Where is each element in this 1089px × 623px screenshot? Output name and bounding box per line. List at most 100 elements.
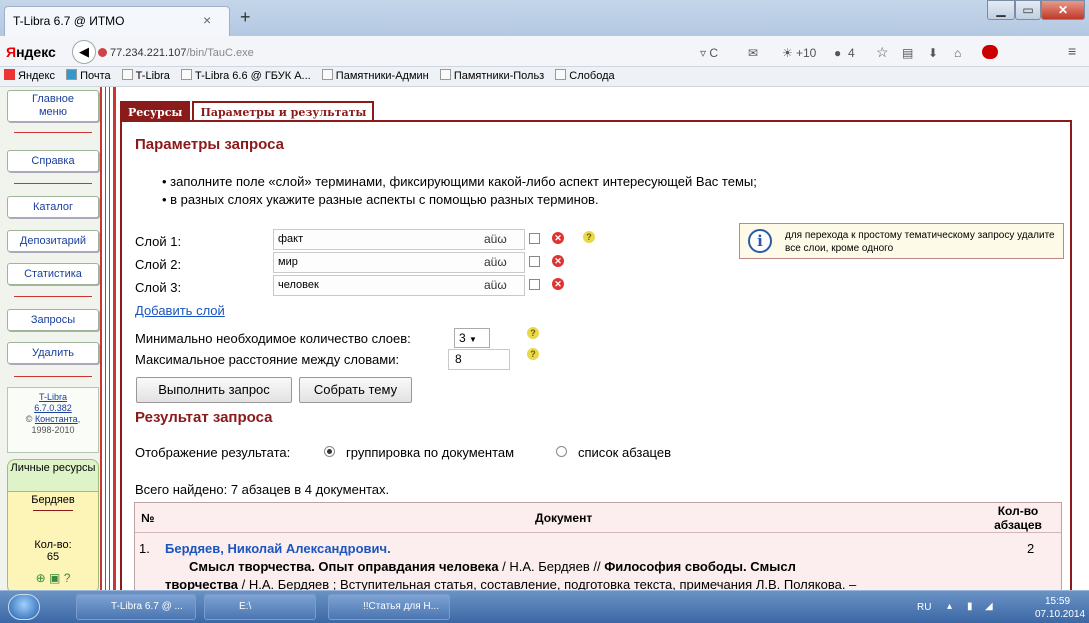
layer-2-remove-icon[interactable]: ✕ [552, 255, 564, 267]
notifications-icon[interactable]: ● [834, 46, 841, 60]
layer-3-keyboard-button[interactable]: aüω [484, 278, 507, 292]
browser-tab-title: T-Libra 6.7 @ ИТМО [13, 14, 125, 28]
mail-icon[interactable]: ✉ [748, 46, 758, 60]
bookmark-tlibra-gbuk[interactable]: T-Libra 6.6 @ ГБУК А... [180, 67, 311, 86]
notifications-count: 4 [848, 46, 855, 60]
close-window-button[interactable]: ✕ [1041, 0, 1085, 20]
network-icon[interactable]: ▮ [967, 601, 973, 612]
personal-resource-item[interactable]: Бердяев [8, 492, 98, 506]
language-indicator[interactable]: RU [917, 602, 931, 613]
hint-box: i для перехода к простому тематическому … [739, 223, 1064, 259]
instruction-2: • в разных слоях укажите разные аспекты … [162, 192, 599, 207]
bookmarks-bar: Яндекс Почта T-Libra T-Libra 6.6 @ ГБУК … [0, 67, 1089, 87]
bookmark-yandex[interactable]: Яндекс [4, 67, 55, 86]
layer-3-label: Слой 3: [135, 280, 182, 295]
sidebar-item-delete[interactable]: Удалить [7, 342, 99, 364]
bookmark-sloboda[interactable]: Слобода [555, 67, 615, 86]
max-distance-input[interactable]: 8 [448, 349, 510, 370]
table-row: 1. Бердяев, Николай Александрович. 2 Смы… [135, 533, 1061, 593]
layer-1-remove-icon[interactable]: ✕ [552, 232, 564, 244]
download-icon[interactable]: ⬇ [928, 46, 938, 60]
sidebar-item-catalog[interactable]: Каталог [7, 196, 99, 218]
hint-text: для перехода к простому тематическому за… [785, 230, 1055, 254]
page-tabs: Ресурсы Параметры и результаты [120, 101, 376, 122]
maximize-button[interactable]: ▭ [1015, 0, 1041, 20]
personal-resources-panel: Личные ресурсы Бердяев Кол-во: 65 ⊕ ▣ ? [7, 459, 99, 594]
sidebar-item-main-menu[interactable]: Главное меню [7, 90, 99, 122]
clock-time: 15:59 [1045, 596, 1071, 607]
group-by-documents-radio[interactable] [324, 446, 335, 457]
copyright-years: 1998-2010 [31, 425, 75, 435]
author-link[interactable]: Бердяев, Николай Александрович. [165, 541, 391, 556]
layer-1-checkbox[interactable] [529, 233, 540, 244]
company-link[interactable]: Константа [35, 414, 78, 424]
new-tab-button[interactable]: + [240, 7, 251, 28]
bookmark-monuments-user[interactable]: Памятники-Польз [439, 67, 544, 86]
doc-citation-line1: Смысл творчества. Опыт оправдания челове… [189, 559, 796, 574]
item-underline [33, 510, 73, 511]
result-title: Результат запроса [135, 409, 273, 426]
layer-1-label: Слой 1: [135, 234, 182, 249]
tab-resources[interactable]: Ресурсы [120, 101, 191, 122]
row-number: 1. [139, 541, 150, 556]
collect-topic-button[interactable]: Собрать тему [299, 377, 412, 403]
edit-icon[interactable]: ▣ [49, 571, 60, 585]
layer-1-keyboard-button[interactable]: aüω [484, 232, 507, 246]
personal-resources-title[interactable]: Личные ресурсы [8, 460, 98, 492]
start-button[interactable] [8, 594, 40, 620]
url-host: 77.234.221.107 [110, 47, 187, 59]
bookmark-star-icon[interactable]: ☆ [876, 44, 889, 61]
sidebar-separator [14, 296, 92, 297]
taskbar-item-browser[interactable]: T-Libra 6.7 @ ... [76, 594, 196, 620]
layer-2-checkbox[interactable] [529, 256, 540, 267]
reload-button[interactable]: ▿ C [700, 46, 718, 60]
sidebar-separator [14, 132, 92, 133]
row-count: 2 [1027, 541, 1035, 556]
sidebar-item-statistics[interactable]: Статистика [7, 263, 99, 285]
volume-icon[interactable]: ◢ [985, 601, 993, 612]
bookmark-mail[interactable]: Почта [66, 67, 111, 86]
sidebar-item-depository[interactable]: Депозитарий [7, 230, 99, 252]
min-layers-select[interactable]: 3 ▼ [454, 328, 490, 348]
max-distance-help-icon[interactable]: ? [527, 348, 539, 360]
layer-2-keyboard-button[interactable]: aüω [484, 255, 507, 269]
display-mode-label: Отображение результата: [135, 445, 291, 460]
weather-icon[interactable]: ☀ [782, 46, 793, 60]
bookmark-monuments-admin[interactable]: Памятники-Админ [321, 67, 429, 86]
version-link[interactable]: 6.7.0.382 [34, 403, 72, 413]
layer-3-remove-icon[interactable]: ✕ [552, 278, 564, 290]
layer-help-icon[interactable]: ? [583, 231, 595, 243]
paragraph-list-radio[interactable] [556, 446, 567, 457]
adblock-icon[interactable] [982, 45, 998, 59]
taskbar-item-word[interactable]: !!Статья для Н... [328, 594, 450, 620]
browser-tab[interactable]: T-Libra 6.7 @ ИТМО × [4, 6, 230, 36]
min-layers-help-icon[interactable]: ? [527, 327, 539, 339]
layer-3-checkbox[interactable] [529, 279, 540, 290]
navigation-bar: Яндекс ◀ 77.234.221.107/bin/TauC.exe ▿ C… [0, 36, 1089, 67]
reading-list-icon[interactable]: ▤ [902, 46, 913, 60]
sidebar-separator [14, 376, 92, 377]
bookmark-tlibra[interactable]: T-Libra [121, 67, 170, 86]
taskbar-item-explorer[interactable]: E:\ [204, 594, 316, 620]
add-layer-link[interactable]: Добавить слой [135, 303, 225, 318]
tray-arrow-icon[interactable]: ▴ [947, 601, 952, 612]
add-icon[interactable]: ⊕ [36, 571, 46, 585]
group-by-documents-label: группировка по документам [346, 445, 515, 460]
clock-date: 07.10.2014 [1035, 609, 1086, 620]
total-found: Всего найдено: 7 абзацев в 4 документах. [135, 482, 390, 497]
run-query-button[interactable]: Выполнить запрос [136, 377, 292, 403]
tab-params-results[interactable]: Параметры и результаты [192, 101, 375, 122]
product-link[interactable]: T-Libra [39, 392, 67, 402]
help-icon[interactable]: ? [64, 571, 71, 585]
sidebar-item-help[interactable]: Справка [7, 150, 99, 172]
dropdown-arrow-icon: ▼ [469, 335, 477, 344]
menu-icon[interactable]: ≡ [1068, 43, 1076, 59]
col-number: № [141, 511, 155, 525]
minimize-button[interactable]: ▁ [987, 0, 1015, 20]
back-button[interactable]: ◀ [72, 40, 96, 64]
tab-close-icon[interactable]: × [203, 12, 211, 28]
address-bar[interactable]: 77.234.221.107/bin/TauC.exe [98, 43, 688, 63]
sidebar-item-queries[interactable]: Запросы [7, 309, 99, 331]
home-icon[interactable]: ⌂ [954, 46, 961, 60]
resource-tools: ⊕ ▣ ? [8, 571, 98, 585]
